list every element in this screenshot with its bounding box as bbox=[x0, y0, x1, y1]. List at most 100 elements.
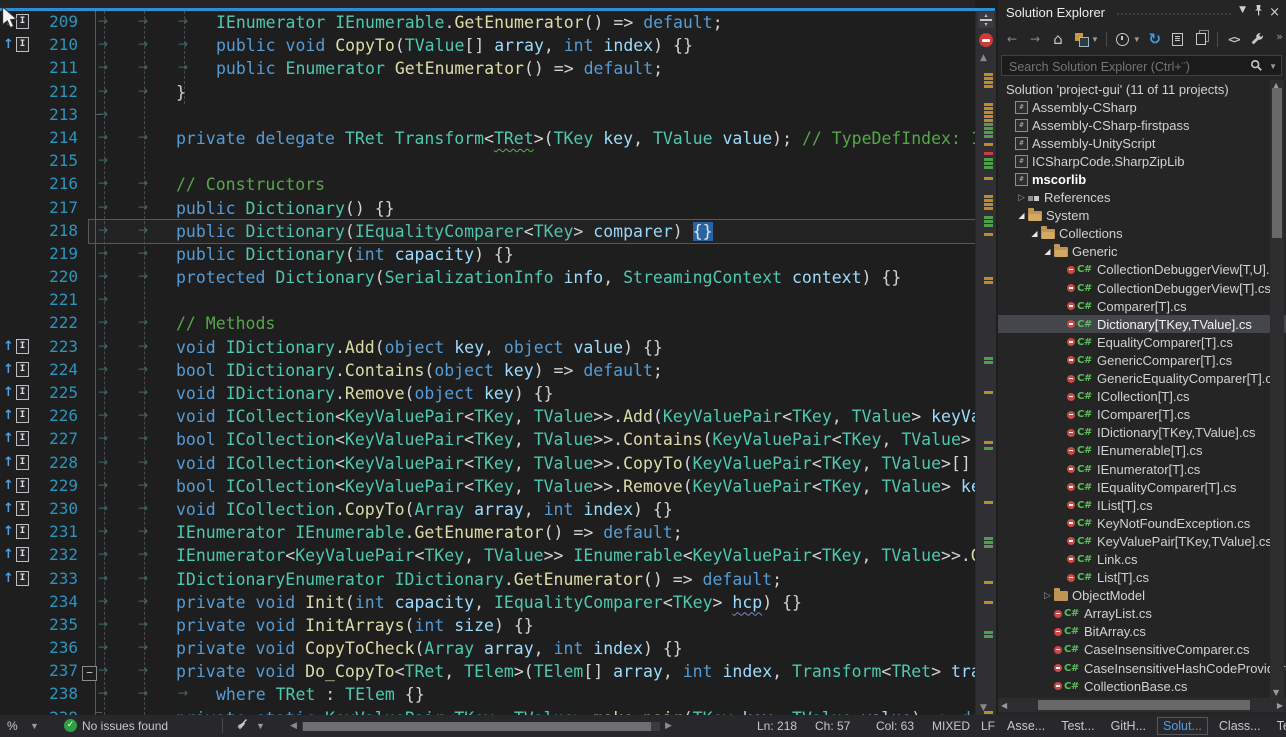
line-number[interactable]: 219 bbox=[34, 244, 78, 263]
pending-filter-icon[interactable] bbox=[1114, 30, 1132, 48]
line-number[interactable]: 212 bbox=[34, 82, 78, 101]
collapse-expander-icon[interactable]: ◢ bbox=[1041, 247, 1054, 256]
line-number[interactable]: 223 bbox=[34, 337, 78, 356]
code-line-219[interactable]: 219→→public Dictionary(int capacity) {} bbox=[0, 243, 975, 266]
line-number[interactable]: 214 bbox=[34, 128, 78, 147]
tree-row-generic[interactable]: ◢Generic bbox=[998, 243, 1286, 261]
expand-expander-icon[interactable]: ▷ bbox=[1041, 591, 1054, 601]
implements-interface-icon[interactable]: ↑I bbox=[3, 547, 29, 562]
splitter-handle-icon[interactable]: ▴▾ bbox=[978, 12, 994, 28]
code-line-230[interactable]: ↑I230→→void ICollection.CopyTo(Array arr… bbox=[0, 498, 975, 521]
close-icon[interactable]: × bbox=[1269, 5, 1280, 20]
code-line-222[interactable]: 222→→// Methods bbox=[0, 312, 975, 335]
tree-row-ienumerable-t-cs[interactable]: C#IEnumerable[T].cs bbox=[998, 442, 1286, 460]
zoom-dropdown-caret-icon[interactable]: ▼ bbox=[30, 721, 39, 731]
tree-row-icsharpcode-sharpziplib[interactable]: #ICSharpCode.SharpZipLib bbox=[998, 152, 1286, 170]
collapse-expander-icon[interactable]: ◢ bbox=[1015, 211, 1028, 220]
code-line-229[interactable]: ↑I229→→bool ICollection<KeyValuePair<TKe… bbox=[0, 475, 975, 498]
tree-row-collectiondebuggerview-t-u-cs[interactable]: C#CollectionDebuggerView[T,U].cs bbox=[998, 261, 1286, 279]
line-number[interactable]: 229 bbox=[34, 476, 78, 495]
code-line-226[interactable]: ↑I226→→void ICollection<KeyValuePair<TKe… bbox=[0, 405, 975, 428]
tree-row-mscorlib[interactable]: #mscorlib bbox=[998, 170, 1286, 188]
code-line-234[interactable]: 234→→private void Init(int capacity, IEq… bbox=[0, 591, 975, 614]
tree-row-icollection-t-cs[interactable]: C#ICollection[T].cs bbox=[998, 388, 1286, 406]
switch-views-caret-icon[interactable]: ▼ bbox=[1091, 35, 1099, 44]
tool-window-tab-solut[interactable]: Solut... bbox=[1157, 717, 1208, 735]
implements-interface-icon[interactable]: ↑I bbox=[3, 339, 29, 354]
line-number[interactable]: 224 bbox=[34, 360, 78, 379]
line-number[interactable]: 232 bbox=[34, 545, 78, 564]
switch-views-icon[interactable] bbox=[1072, 30, 1090, 48]
tree-row-genericequalitycomparer-t-cs[interactable]: C#GenericEqualityComparer[T].cs bbox=[998, 370, 1286, 388]
code-line-227[interactable]: ↑I227→→bool ICollection<KeyValuePair<TKe… bbox=[0, 428, 975, 451]
code-line-218[interactable]: 218→→public Dictionary(IEqualityComparer… bbox=[0, 220, 975, 243]
tree-row-solution-project-gui-11-of-11-projects-[interactable]: Solution 'project-gui' (11 of 11 project… bbox=[998, 80, 1286, 98]
tree-row-iequalitycomparer-t-cs[interactable]: C#IEqualityComparer[T].cs bbox=[998, 478, 1286, 496]
tree-row-keynotfoundexception-cs[interactable]: C#KeyNotFoundException.cs bbox=[998, 514, 1286, 532]
toolbar-overflow-icon[interactable]: » bbox=[1276, 30, 1283, 43]
tree-row-dictionary-tkey-tvalue-cs[interactable]: C#Dictionary[TKey,TValue].cs bbox=[998, 315, 1286, 333]
line-number[interactable]: 220 bbox=[34, 267, 78, 286]
code-viewport[interactable]: ↑I209→→→IEnumerator IEnumerable.GetEnume… bbox=[0, 11, 975, 715]
line-number[interactable]: 226 bbox=[34, 406, 78, 425]
tool-window-tab-test[interactable]: Test... bbox=[1056, 718, 1099, 734]
horizontal-scrollbar-track[interactable] bbox=[302, 722, 660, 731]
hscroll-left-arrow-icon[interactable]: ◀ bbox=[290, 720, 297, 731]
collapse-all-icon[interactable] bbox=[1192, 30, 1210, 48]
tree-row-ienumerator-t-cs[interactable]: C#IEnumerator[T].cs bbox=[998, 460, 1286, 478]
code-line-237[interactable]: 237→→private void Do_CopyTo<TRet, TElem>… bbox=[0, 660, 975, 683]
scroll-down-arrow-icon[interactable]: ▼ bbox=[980, 703, 987, 713]
line-number[interactable]: 236 bbox=[34, 638, 78, 657]
line-number[interactable]: 221 bbox=[34, 290, 78, 309]
editor-vertical-scrollbar[interactable]: ▴▾ ▲ ▼ bbox=[975, 11, 996, 715]
code-line-224[interactable]: ↑I224→→bool IDictionary.Contains(object … bbox=[0, 359, 975, 382]
tree-row-idictionary-tkey-tvalue-cs[interactable]: C#IDictionary[TKey,TValue].cs bbox=[998, 424, 1286, 442]
line-number[interactable]: 235 bbox=[34, 615, 78, 634]
tree-vscroll-thumb[interactable] bbox=[1272, 88, 1282, 238]
code-line-209[interactable]: ↑I209→→→IEnumerator IEnumerable.GetEnume… bbox=[0, 11, 975, 34]
line-number[interactable]: 211 bbox=[34, 58, 78, 77]
tree-row-ilist-t-cs[interactable]: C#IList[T].cs bbox=[998, 496, 1286, 514]
tool-window-tab-tea[interactable]: Tea... bbox=[1272, 718, 1286, 734]
tree-scroll-down-icon[interactable]: ▼ bbox=[1273, 688, 1279, 697]
tree-row-list-t-cs[interactable]: C#List[T].cs bbox=[998, 569, 1286, 587]
code-line-233[interactable]: ↑I233→→IDictionaryEnumerator IDictionary… bbox=[0, 568, 975, 591]
code-line-239[interactable]: 239→→private static KeyValuePair<TKey, T… bbox=[0, 707, 975, 715]
implements-interface-icon[interactable]: ↑I bbox=[3, 478, 29, 493]
tree-row-assembly-unityscript[interactable]: #Assembly-UnityScript bbox=[998, 134, 1286, 152]
refresh-icon[interactable]: ↻ bbox=[1146, 30, 1164, 48]
code-line-231[interactable]: ↑I231→→IEnumerator IEnumerable.GetEnumer… bbox=[0, 521, 975, 544]
tree-row-genericcomparer-t-cs[interactable]: C#GenericComparer[T].cs bbox=[998, 351, 1286, 369]
view-code-icon[interactable]: <> bbox=[1225, 30, 1243, 48]
line-number[interactable]: 228 bbox=[34, 453, 78, 472]
tree-row-system[interactable]: ◢System bbox=[998, 207, 1286, 225]
tree-scroll-left-icon[interactable]: ◀ bbox=[1001, 701, 1007, 710]
code-line-210[interactable]: ↑I210→→→public void CopyTo(TValue[] arra… bbox=[0, 34, 975, 57]
tree-row-objectmodel[interactable]: ▷ObjectModel bbox=[998, 587, 1286, 605]
tree-row-arraylist-cs[interactable]: C#ArrayList.cs bbox=[998, 605, 1286, 623]
code-editor[interactable]: ↑I209→→→IEnumerator IEnumerable.GetEnume… bbox=[0, 0, 975, 715]
tree-row-bitarray-cs[interactable]: C#BitArray.cs bbox=[998, 623, 1286, 641]
tree-row-assembly-csharp-firstpass[interactable]: #Assembly-CSharp-firstpass bbox=[998, 116, 1286, 134]
scroll-up-arrow-icon[interactable]: ▲ bbox=[980, 53, 987, 63]
line-number[interactable]: 216 bbox=[34, 174, 78, 193]
back-icon[interactable]: ← bbox=[1003, 30, 1021, 48]
code-line-221[interactable]: 221→ bbox=[0, 289, 975, 312]
line-number[interactable]: 230 bbox=[34, 499, 78, 518]
code-line-216[interactable]: 216→→// Constructors bbox=[0, 173, 975, 196]
line-number[interactable]: 227 bbox=[34, 429, 78, 448]
fold-collapse-button[interactable]: − bbox=[82, 666, 97, 681]
line-number[interactable]: 222 bbox=[34, 313, 78, 332]
search-options-caret-icon[interactable]: ▼ bbox=[1269, 62, 1277, 71]
tree-row-references[interactable]: ▷References bbox=[998, 189, 1286, 207]
sync-active-document-icon[interactable] bbox=[1169, 30, 1187, 48]
implements-interface-icon[interactable]: ↑I bbox=[3, 385, 29, 400]
line-number[interactable]: 218 bbox=[34, 221, 78, 240]
line-number[interactable]: 225 bbox=[34, 383, 78, 402]
tree-scroll-right-icon[interactable]: ▶ bbox=[1277, 701, 1283, 710]
line-number[interactable]: 231 bbox=[34, 522, 78, 541]
tool-window-tab-gith[interactable]: GitH... bbox=[1106, 718, 1151, 734]
home-icon[interactable]: ⌂ bbox=[1049, 30, 1067, 48]
code-line-214[interactable]: 214→→private delegate TRet Transform<TRe… bbox=[0, 127, 975, 150]
line-number[interactable]: 217 bbox=[34, 198, 78, 217]
